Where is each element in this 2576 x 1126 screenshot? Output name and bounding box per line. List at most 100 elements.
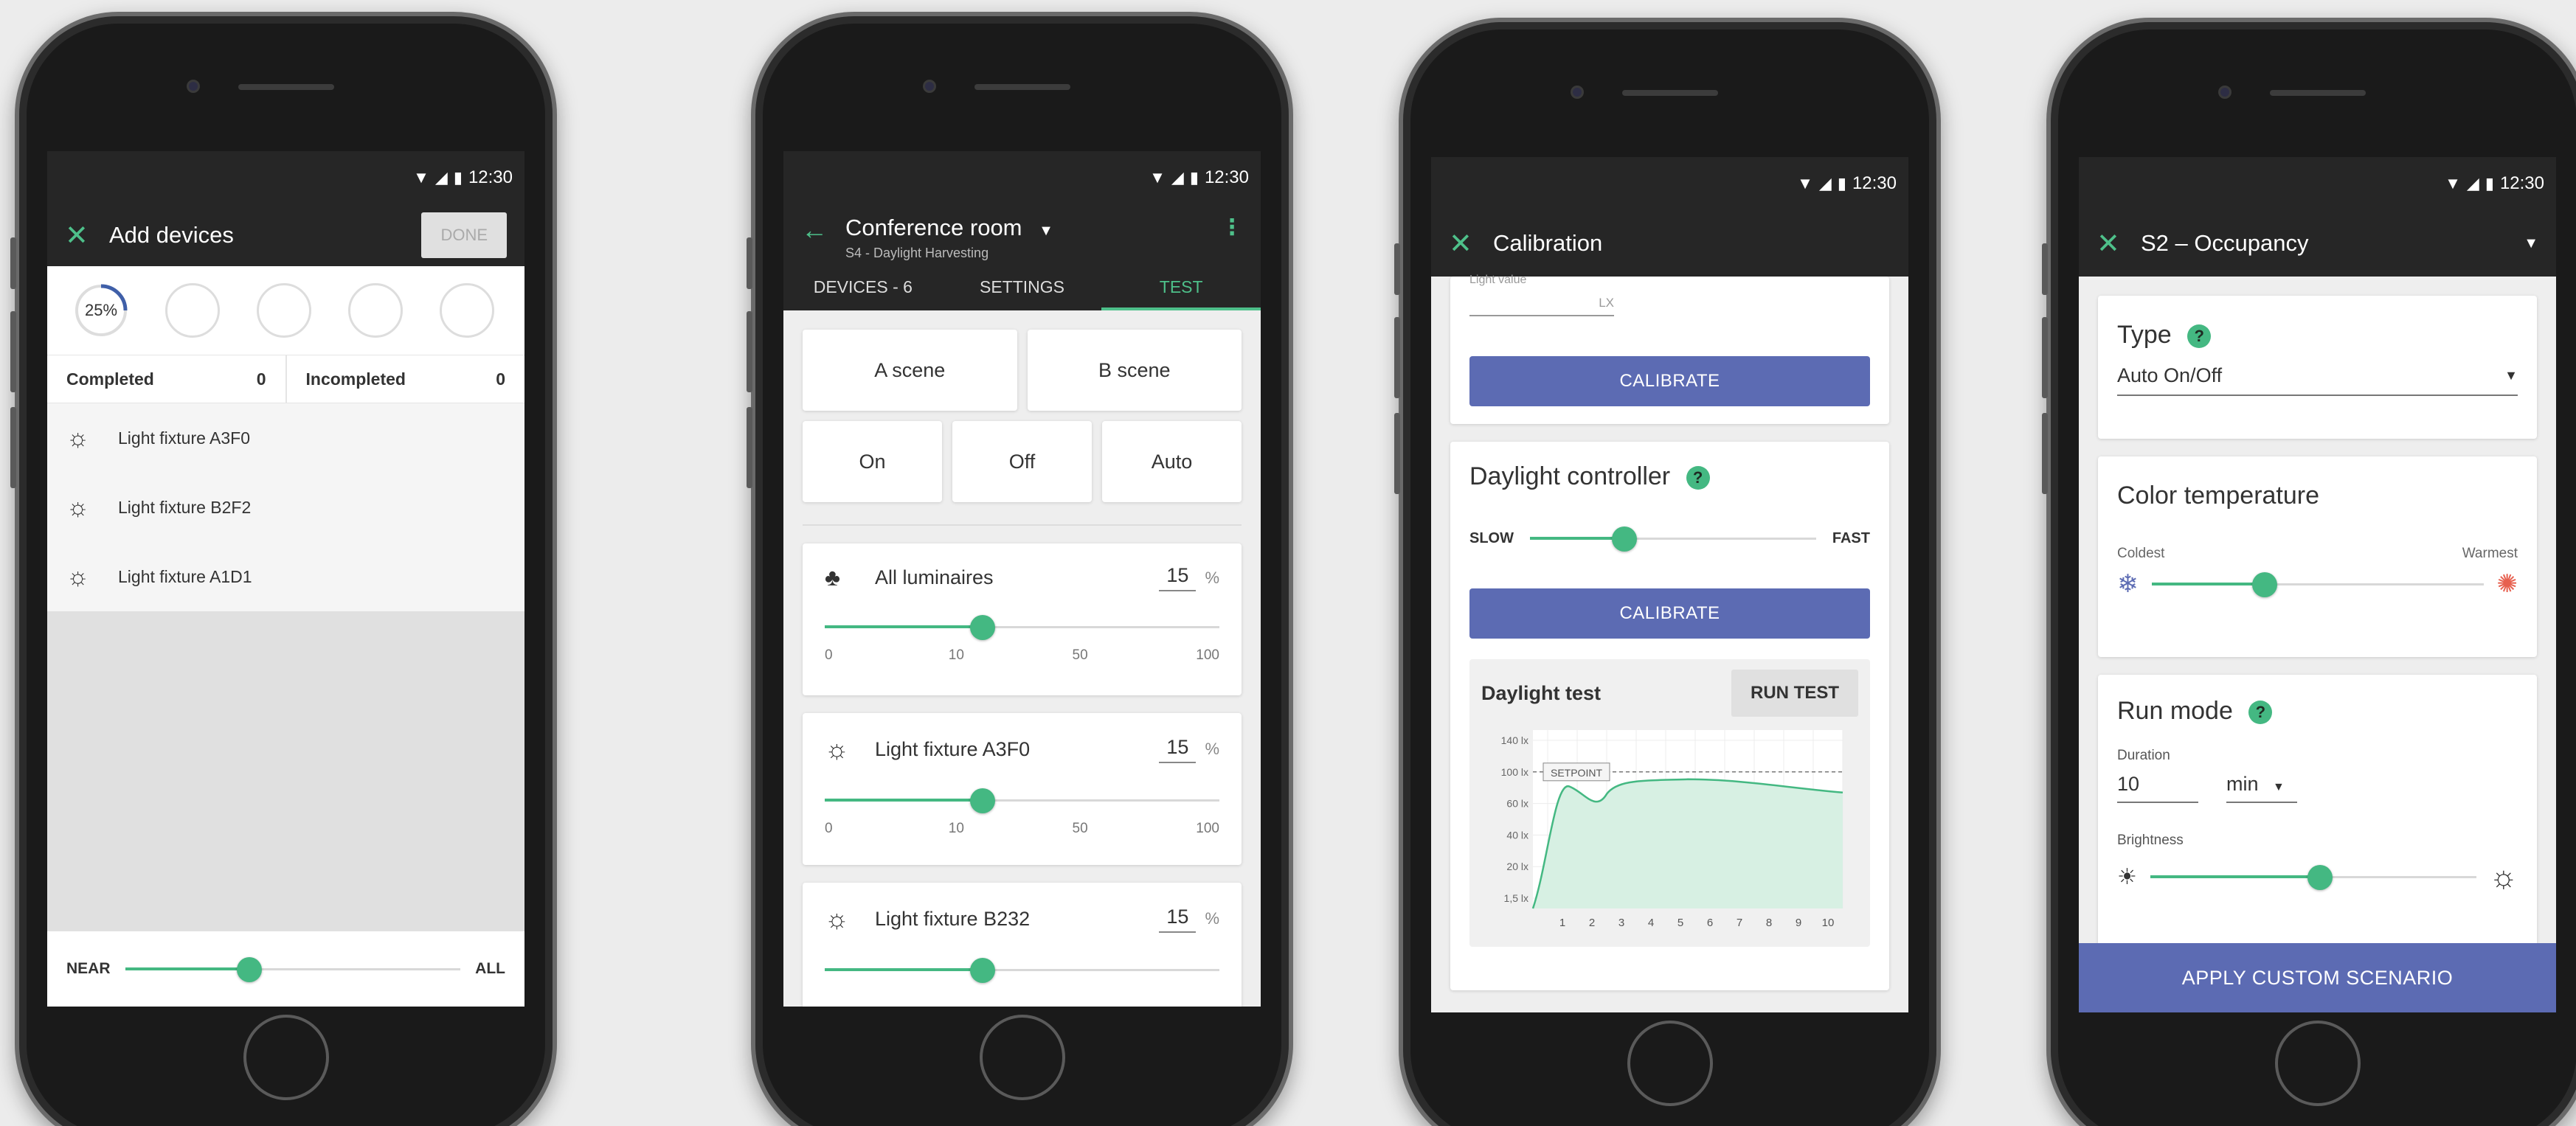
summary-row: Completed 0 Incompleted 0 — [47, 355, 524, 403]
slider-thumb[interactable] — [1611, 526, 1637, 552]
auto-button[interactable]: Auto — [1102, 421, 1242, 502]
signal-icon: ◢ — [1818, 174, 1832, 192]
tab-settings[interactable]: SETTINGS — [943, 266, 1102, 310]
more-vert-icon[interactable]: ⋮ — [1221, 215, 1243, 240]
calibrate-button[interactable]: CALIBRATE — [1469, 588, 1870, 639]
scene-controls: A scene B scene On Off Auto ♣ All lumina… — [783, 310, 1261, 1007]
progress-ring: 25% — [74, 283, 128, 338]
home-button[interactable] — [979, 1015, 1065, 1100]
light-value-field[interactable]: LX — [1469, 296, 1614, 316]
slider-thumb[interactable] — [2307, 865, 2333, 890]
status-time: 12:30 — [2499, 173, 2544, 193]
brightness-slider[interactable] — [2150, 862, 2476, 892]
phone-side-button — [2042, 317, 2048, 398]
value-field[interactable]: 15 — [1159, 906, 1197, 933]
slider-thumb[interactable] — [970, 788, 995, 813]
list-item[interactable]: ☼ Light fixture A1D1 — [47, 542, 524, 611]
signal-icon: ◢ — [2466, 174, 2479, 192]
home-button[interactable] — [1627, 1021, 1713, 1106]
setpoint-label: SETPOINT — [1551, 767, 1602, 779]
status-bar: ▼ ◢ ▮ 12:30 — [47, 151, 524, 204]
slider-ticks: 0 10 50 100 — [825, 647, 1219, 664]
home-button[interactable] — [243, 1015, 329, 1100]
app-bar: ✕ S2 – Occupancy ▼ — [2079, 210, 2556, 277]
x-tick-label: 5 — [1677, 917, 1683, 929]
x-tick-label: 10 — [1822, 917, 1835, 929]
phone-calibration: ▼ ◢ ▮ 12:30 ✕ Calibration Light value LX… — [1394, 18, 1941, 1126]
phone-speaker — [1621, 90, 1718, 96]
color-temp-slider[interactable] — [2151, 569, 2484, 599]
warm-sun-icon: ✺ — [2496, 570, 2518, 598]
step-circle — [165, 283, 220, 338]
tab-test[interactable]: TEST — [1101, 266, 1261, 310]
home-button[interactable] — [2274, 1021, 2361, 1106]
tick-label: 100 — [1196, 821, 1219, 836]
all-label: ALL — [475, 960, 505, 977]
y-tick-label: 20 lx — [1506, 861, 1528, 872]
slider-thumb[interactable] — [2251, 572, 2277, 597]
status-time: 12:30 — [1204, 167, 1249, 187]
slider-thumb[interactable] — [236, 957, 262, 982]
help-icon[interactable]: ? — [2187, 324, 2212, 349]
type-label: Type — [2117, 321, 2172, 349]
type-value: Auto On/Off — [2117, 364, 2223, 386]
x-tick-label: 3 — [1618, 917, 1624, 929]
tab-devices[interactable]: DEVICES - 6 — [783, 266, 943, 310]
type-select[interactable]: Auto On/Off ▼ — [2117, 364, 2518, 396]
close-icon[interactable]: ✕ — [65, 219, 109, 252]
back-arrow-icon[interactable]: ← — [801, 215, 845, 246]
help-icon[interactable]: ? — [1686, 466, 1710, 490]
range-slider[interactable] — [125, 954, 461, 984]
wifi-icon: ▼ — [1797, 174, 1813, 192]
scene-b-button[interactable]: B scene — [1027, 330, 1242, 411]
x-tick-label: 1 — [1559, 917, 1565, 929]
y-tick-label: 60 lx — [1506, 798, 1528, 810]
value-field[interactable]: 15 — [1159, 564, 1197, 591]
close-icon[interactable]: ✕ — [2097, 227, 2141, 260]
battery-icon: ▮ — [453, 168, 463, 187]
on-button[interactable]: On — [803, 421, 942, 502]
tick-label: 0 — [825, 821, 833, 836]
battery-icon: ▮ — [1837, 174, 1846, 192]
unit-select[interactable]: min ▼ — [2226, 773, 2297, 803]
level-slider[interactable] — [825, 785, 1219, 815]
done-button[interactable]: DONE — [421, 212, 507, 258]
item-label: Light fixture B232 — [875, 907, 1031, 930]
screen: ▼ ◢ ▮ 12:30 ✕ Add devices DONE 25% Compl… — [47, 151, 524, 1007]
app-bar: ✕ Add devices DONE — [47, 204, 524, 266]
battery-icon: ▮ — [2485, 174, 2494, 192]
phone-side-button — [2042, 413, 2048, 494]
device-label: Light fixture A1D1 — [118, 566, 252, 586]
level-slider[interactable] — [825, 955, 1219, 984]
duration-input[interactable]: 10 — [2117, 773, 2198, 803]
phone-conference-room: ▼ ◢ ▮ 12:30 ← Conference room ▼ S4 - Day… — [747, 12, 1293, 1126]
color-temperature-card: Color temperature Coldest Warmest ❄ ✺ — [2098, 456, 2537, 657]
phone-camera — [186, 80, 200, 93]
close-icon[interactable]: ✕ — [1449, 227, 1493, 260]
page-subtitle: S4 - Daylight Harvesting — [845, 246, 989, 260]
slider-thumb[interactable] — [970, 615, 995, 640]
apply-custom-scenario-button[interactable]: APPLY CUSTOM SCENARIO — [2079, 943, 2556, 1012]
title-block[interactable]: Conference room ▼ S4 - Daylight Harvesti… — [845, 215, 1221, 261]
speed-slider[interactable] — [1530, 524, 1816, 553]
dropdown-arrow-icon[interactable]: ▼ — [2524, 235, 2538, 252]
off-button[interactable]: Off — [952, 421, 1092, 502]
phone-speaker — [2269, 90, 2366, 96]
level-slider[interactable] — [825, 612, 1219, 642]
x-tick-label: 7 — [1737, 917, 1742, 929]
list-item[interactable]: ☼ Light fixture B2F2 — [47, 473, 524, 542]
run-test-button[interactable]: RUN TEST — [1731, 670, 1858, 717]
value-field[interactable]: 15 — [1159, 736, 1197, 763]
calibrate-button[interactable]: CALIBRATE — [1469, 356, 1870, 406]
help-icon[interactable]: ? — [2248, 701, 2273, 725]
item-label: All luminaires — [875, 566, 994, 588]
slider-thumb[interactable] — [970, 958, 995, 983]
fixture-card: ☼ Light fixture B232 15 % — [803, 883, 1242, 1007]
list-item[interactable]: ☼ Light fixture A3F0 — [47, 403, 524, 473]
section-title-row: Daylight controller ? — [1469, 462, 1870, 491]
type-card: Type ? Auto On/Off ▼ — [2098, 296, 2537, 439]
x-tick-label: 2 — [1589, 917, 1595, 929]
cold-snowflake-icon: ❄ — [2117, 570, 2139, 598]
incompleted-label: Incompleted — [305, 369, 406, 389]
scene-a-button[interactable]: A scene — [803, 330, 1017, 411]
